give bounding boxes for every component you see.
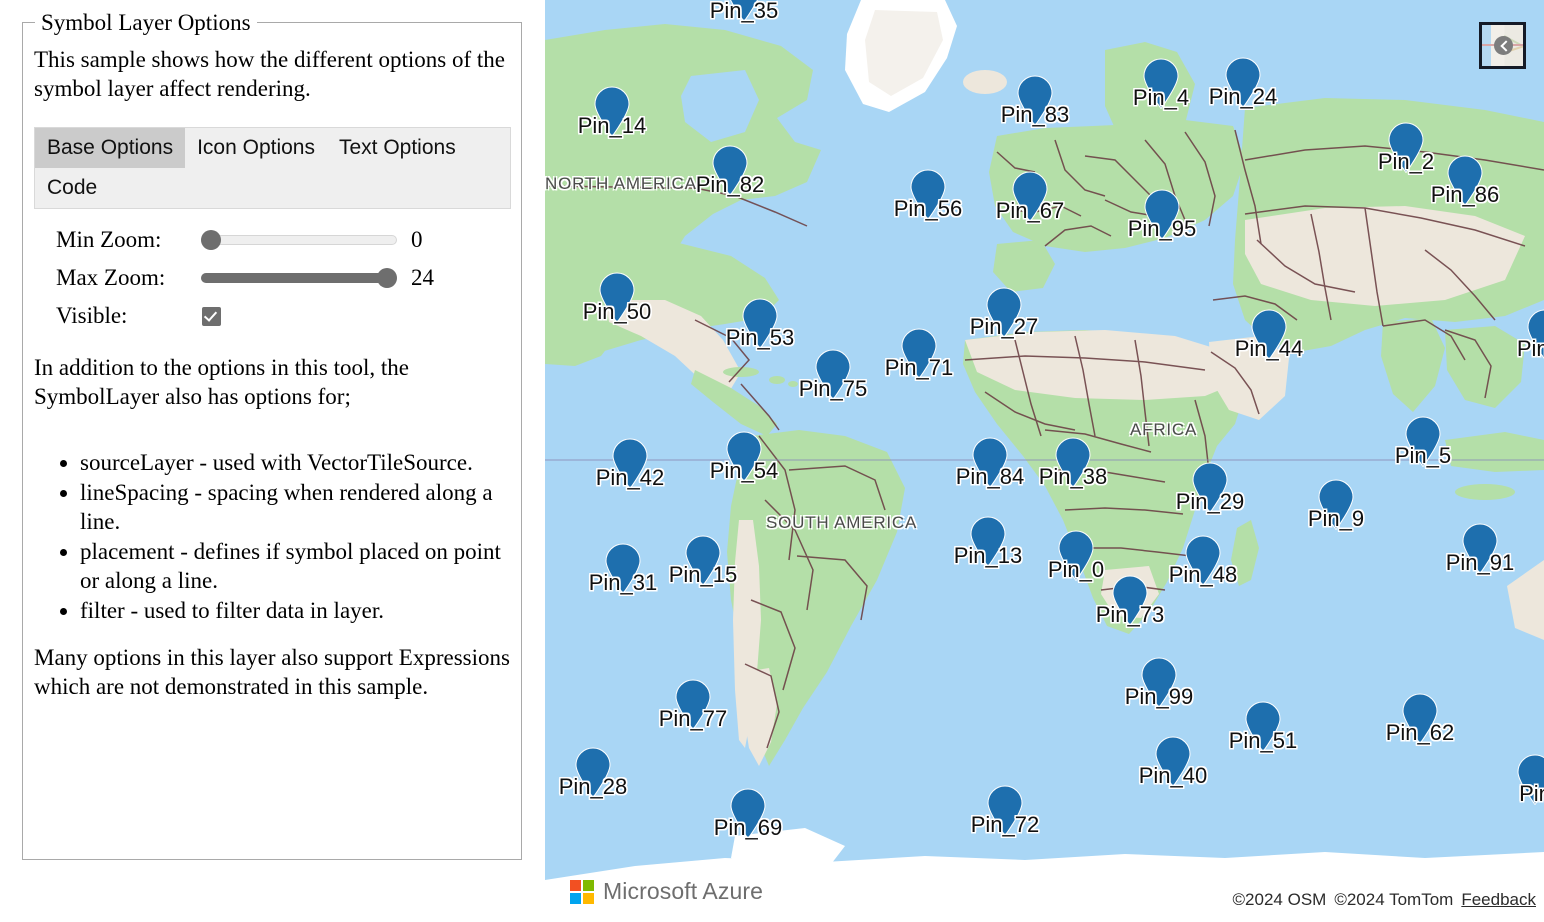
max-zoom-value: 24 [397,265,434,291]
tab-text-options[interactable]: Text Options [327,128,468,168]
max-zoom-slider-thumb[interactable] [377,268,397,288]
pin-label: Pin_53 [650,327,870,349]
max-zoom-row: Max Zoom: 24 [34,259,511,297]
pin-label: Pin_15 [593,564,813,586]
panel-intro-text: This sample shows how the different opti… [34,45,510,103]
min-zoom-row: Min Zoom: 0 [34,221,511,259]
azure-wordmark: Microsoft Azure [603,878,763,905]
visible-checkbox[interactable] [202,307,221,326]
list-item: lineSpacing - spacing when rendered alon… [80,478,504,536]
tabbar-row-2: Code [35,168,510,208]
pin-label: Pin_54 [634,460,854,482]
min-zoom-slider-thumb[interactable] [201,230,221,250]
min-zoom-slider-track [201,235,397,245]
pin-label: Pin_38 [963,466,1183,488]
chevron-left-icon[interactable] [1494,36,1513,55]
visible-label: Visible: [34,303,201,329]
map-style-picker-control[interactable] [1479,22,1526,69]
tab-code[interactable]: Code [35,168,109,208]
pin-label: Pin_9 [1226,508,1446,530]
tab-base-options[interactable]: Base Options [35,128,185,168]
pin-label: Pin_72 [895,814,1115,836]
options-tabbar: Base OptionsIcon OptionsText Options Cod… [34,127,511,209]
symbol-layer-options-panel: Symbol Layer Options This sample shows h… [0,0,545,922]
tab-icon-options[interactable]: Icon Options [185,128,327,168]
pin-label: Pin_14 [545,115,722,137]
app-root: Symbol Layer Options This sample shows h… [0,0,1544,922]
pin-label: Pin_86 [1355,184,1544,206]
max-zoom-label: Max Zoom: [34,265,201,291]
feedback-link[interactable]: Feedback [1461,890,1536,909]
pin-label: Pin_1 [1435,338,1544,360]
pin-label: Pin_95 [1052,218,1272,240]
pin-label: Pin_75 [723,378,943,400]
max-zoom-slider[interactable] [201,268,397,288]
panel-description-1: In addition to the options in this tool,… [34,353,510,411]
microsoft-logo-icon [570,880,594,904]
logo-square-green [583,880,594,891]
pin-label: Pin_35 [634,0,854,22]
min-zoom-slider[interactable] [201,230,397,250]
min-zoom-label: Min Zoom: [34,227,201,253]
pin-label: Pin_71 [809,357,1029,379]
pin-label: Pin_5 [1313,445,1533,467]
pin-label: Pin_44 [1159,338,1379,360]
pin-label: Pin_27 [894,316,1114,338]
list-item: filter - used to filter data in layer. [80,596,504,625]
pin-label: Pin_73 [1020,604,1240,626]
max-zoom-slider-fill [201,273,387,283]
attribution-tomtom: ©2024 TomTom [1334,890,1453,909]
pin-label: Pin_77 [583,708,803,730]
base-options-controls: Min Zoom: 0 Max Zoom: 24 [34,221,511,335]
pin-label: Pin [1425,783,1544,805]
additional-options-list: sourceLayer - used with VectorTileSource… [34,448,504,626]
pin-label: Pin_69 [638,817,858,839]
continent-label: SOUTH AMERICA [766,513,917,533]
pin-label: Pin_62 [1310,722,1530,744]
pin-label: Pin_99 [1049,686,1269,708]
attribution-osm: ©2024 OSM [1233,890,1327,909]
map-attribution: ©2024 OSM ©2024 TomTom Feedback [1225,890,1536,910]
pin-label: Pin_50 [545,301,727,323]
pin-label: Pin_40 [1063,765,1283,787]
min-zoom-value: 0 [397,227,423,253]
pin-label: Pin_82 [620,174,840,196]
azure-maps-canvas[interactable]: NORTH AMERICASOUTH AMERICAAFRICA Pin_35P… [545,0,1544,922]
visible-row: Visible: [34,297,511,335]
pin-label: Pin_24 [1133,86,1353,108]
options-fieldset: Symbol Layer Options This sample shows h… [22,22,522,860]
pin-label: Pin_91 [1370,552,1544,574]
panel-description-2: Many options in this layer also support … [34,643,510,701]
continent-label: AFRICA [1130,420,1197,440]
logo-square-blue [570,893,581,904]
logo-square-red [570,880,581,891]
microsoft-azure-logo: Microsoft Azure [570,878,763,905]
list-item: sourceLayer - used with VectorTileSource… [80,448,504,477]
panel-legend: Symbol Layer Options [35,9,257,37]
list-item: placement - defines if symbol placed on … [80,537,504,595]
pin-label: Pin_28 [545,776,703,798]
logo-square-yellow [583,893,594,904]
tabbar-row-1: Base OptionsIcon OptionsText Options [35,128,510,168]
